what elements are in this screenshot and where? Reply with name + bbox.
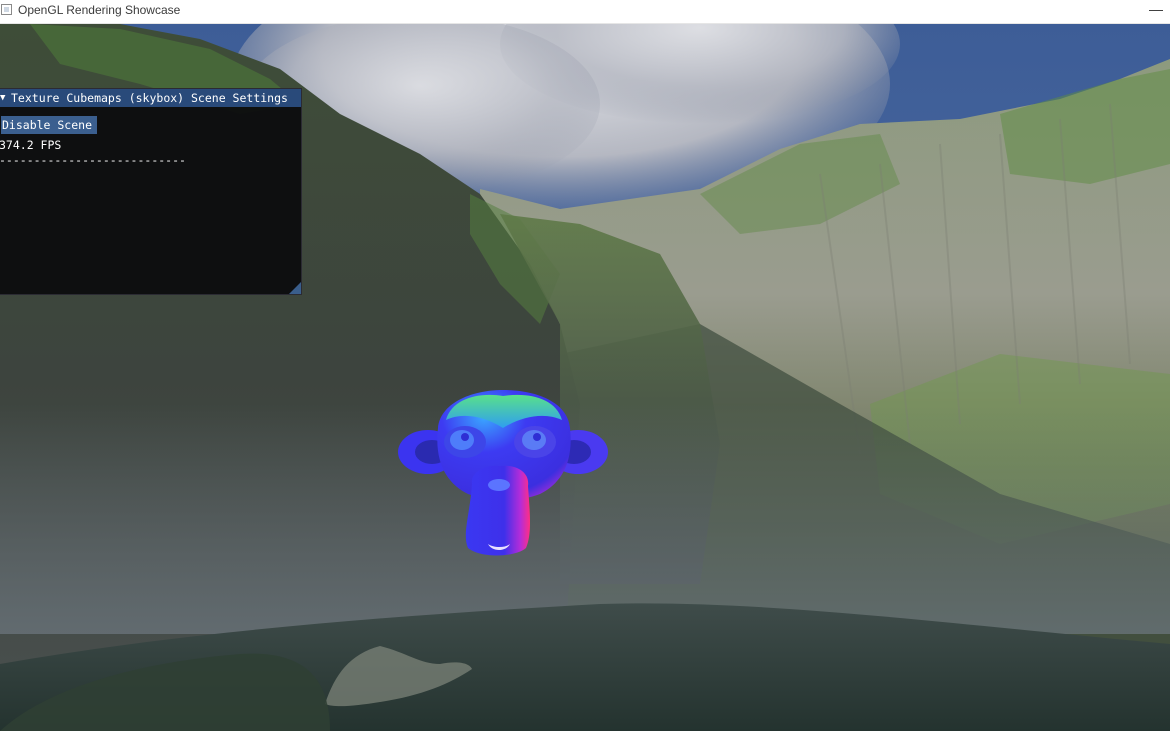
collapse-triangle-icon[interactable]: ▼ [0,92,5,104]
panel-titlebar[interactable]: ▼ Texture Cubemaps (skybox) Scene Settin… [0,89,301,107]
minimize-icon[interactable]: — [1148,1,1164,17]
disable-scene-button[interactable]: Disable Scene [1,116,98,134]
monkey-nose [488,479,510,491]
monkey-right-eye [522,430,546,450]
monkey-right-pupil [533,433,541,441]
window-title: OpenGL Rendering Showcase [18,3,181,17]
panel-title: Texture Cubemaps (skybox) Scene Settings [11,91,288,105]
app-window: OpenGL Rendering Showcase — ▼ Texture Cu… [0,0,1170,731]
fps-counter: 374.2 FPS [0,138,62,152]
separator-line: --------------------------- [0,153,186,167]
monkey-left-pupil [461,433,469,441]
scene-settings-panel[interactable]: ▼ Texture Cubemaps (skybox) Scene Settin… [0,88,302,295]
app-window-icon [1,4,12,15]
monkey-left-eye [450,430,474,450]
resize-grip-icon[interactable] [289,282,301,294]
render-viewport[interactable]: ▼ Texture Cubemaps (skybox) Scene Settin… [0,24,1170,731]
window-titlebar[interactable]: OpenGL Rendering Showcase — [0,0,1170,24]
